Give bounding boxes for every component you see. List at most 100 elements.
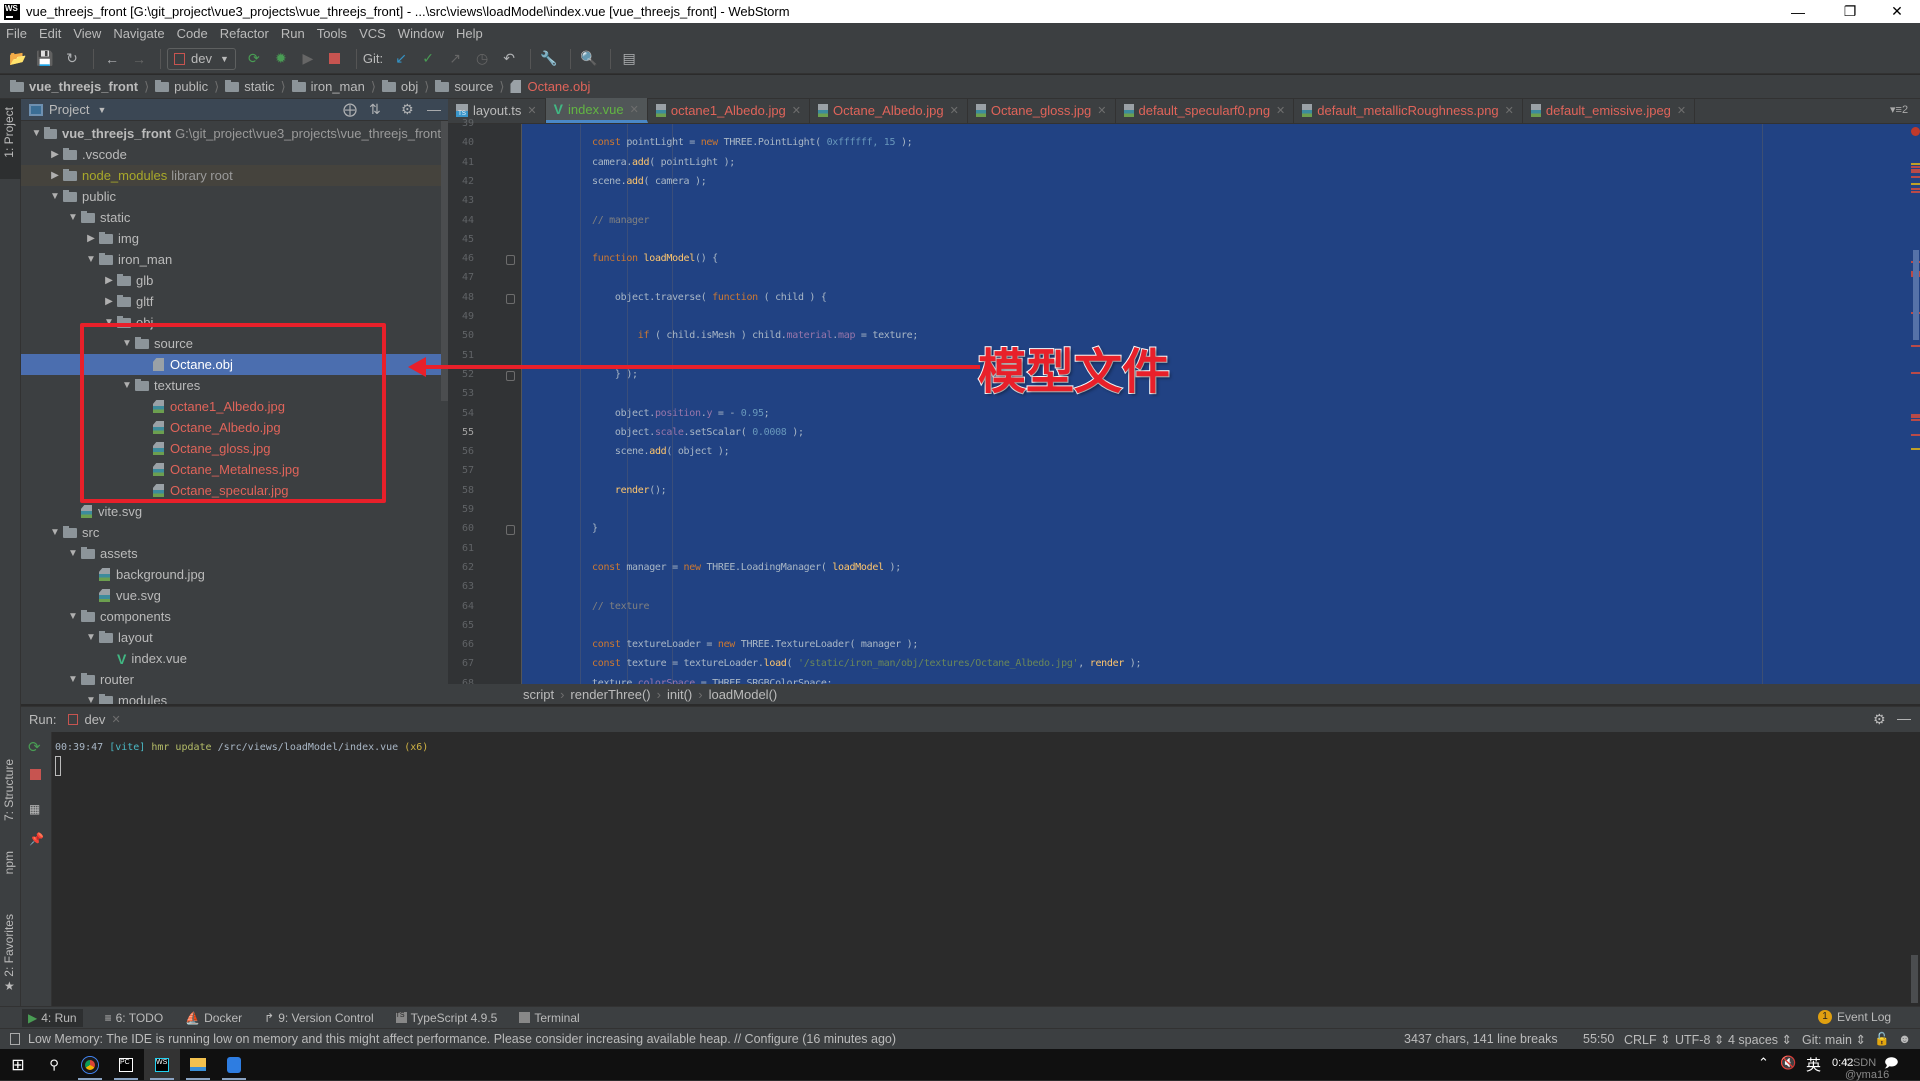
- nav-crumb-iron-man[interactable]: iron_man: [291, 79, 365, 94]
- close-tab-icon[interactable]: ✕: [950, 104, 959, 117]
- hide-panel-icon[interactable]: —: [427, 101, 441, 117]
- project-view-selector[interactable]: Project: [49, 102, 89, 117]
- tree-item[interactable]: ▶ glb: [21, 270, 441, 291]
- ime-indicator[interactable]: 英: [1806, 1054, 1821, 1075]
- error-stripe-mark[interactable]: [1911, 372, 1920, 374]
- close-window-button[interactable]: ✕: [1874, 0, 1920, 23]
- error-stripe-mark[interactable]: [1911, 345, 1920, 347]
- error-stripe-mark[interactable]: [1911, 163, 1920, 165]
- search-icon[interactable]: 🔍: [577, 47, 601, 71]
- tool-version-control[interactable]: ↱ 9: Version Control: [264, 1011, 373, 1025]
- expanded-arrow-icon[interactable]: ▼: [65, 611, 81, 622]
- tray-chevron-icon[interactable]: ⌃: [1758, 1055, 1769, 1071]
- git-push-icon[interactable]: ↗: [443, 47, 467, 71]
- collapsed-arrow-icon[interactable]: ▶: [47, 149, 63, 160]
- chrome-icon[interactable]: [72, 1049, 108, 1080]
- status-indent[interactable]: 4 spaces ⇕: [1728, 1032, 1792, 1047]
- fold-marker-icon[interactable]: [506, 370, 515, 381]
- tree-item[interactable]: ▼ router: [21, 669, 441, 690]
- tree-item[interactable]: ▼ iron_man: [21, 249, 441, 270]
- volume-muted-icon[interactable]: 🔇: [1780, 1055, 1796, 1071]
- lock-icon[interactable]: 🔓: [1874, 1032, 1890, 1047]
- git-rollback-icon[interactable]: ↶: [497, 47, 521, 71]
- git-update-icon[interactable]: ↙: [389, 47, 413, 71]
- menu-code[interactable]: Code: [177, 26, 208, 41]
- wrench-settings-icon[interactable]: 🔧: [537, 47, 561, 71]
- locate-file-icon[interactable]: ⨁: [343, 101, 357, 118]
- minimize-button[interactable]: —: [1775, 0, 1821, 23]
- crumb-load-model[interactable]: loadModel(): [709, 687, 778, 702]
- tree-item[interactable]: Vindex.vue: [21, 648, 441, 669]
- error-stripe-mark[interactable]: [1911, 166, 1920, 168]
- menu-tools[interactable]: Tools: [317, 26, 347, 41]
- error-stripe-mark[interactable]: [1911, 176, 1920, 178]
- gear-icon[interactable]: ⚙: [1873, 711, 1886, 728]
- layout-icon[interactable]: ▦: [29, 802, 40, 816]
- close-tab-icon[interactable]: ✕: [630, 103, 639, 116]
- tree-item[interactable]: ▶ node_modules library root: [21, 165, 441, 186]
- notification-icon[interactable]: 🗩: [1884, 1054, 1898, 1076]
- close-tab-icon[interactable]: ✕: [1505, 104, 1514, 117]
- menu-view[interactable]: View: [73, 26, 101, 41]
- expanded-arrow-icon[interactable]: ▼: [47, 191, 63, 202]
- editor-scrollbar-thumb[interactable]: [1913, 250, 1919, 340]
- project-scrollbar[interactable]: [441, 121, 448, 401]
- stripe-structure-button[interactable]: 7: Structure: [2, 759, 16, 821]
- fold-marker-icon[interactable]: [506, 255, 515, 266]
- windows-start-icon[interactable]: ⊞: [0, 1049, 36, 1080]
- editor-tab[interactable]: Vindex.vue ✕: [545, 98, 648, 123]
- tree-item[interactable]: ▼ src: [21, 522, 441, 543]
- menu-run[interactable]: Run: [281, 26, 305, 41]
- fold-marker-icon[interactable]: [506, 525, 515, 536]
- app-bird-icon[interactable]: [216, 1049, 252, 1080]
- tree-item[interactable]: ▼ modules: [21, 690, 441, 704]
- git-commit-icon[interactable]: ✓: [416, 47, 440, 71]
- stripe-favorites-button[interactable]: 2: Favorites: [2, 914, 16, 977]
- nav-crumb-file[interactable]: Octane.obj: [510, 79, 590, 94]
- error-stripe-mark[interactable]: [1911, 416, 1920, 418]
- close-tab-icon[interactable]: ✕: [527, 104, 536, 117]
- error-stripe[interactable]: [1911, 124, 1920, 684]
- error-indicator-icon[interactable]: [1911, 127, 1920, 136]
- close-tab-icon[interactable]: ✕: [1677, 104, 1686, 117]
- rerun-icon[interactable]: ⟳: [242, 47, 266, 71]
- crumb-init[interactable]: init(): [667, 687, 692, 702]
- expanded-arrow-icon[interactable]: ▼: [83, 695, 99, 704]
- status-caret-position[interactable]: 55:50: [1583, 1032, 1614, 1046]
- expanded-arrow-icon[interactable]: ▼: [83, 632, 99, 643]
- tool-terminal[interactable]: Terminal: [519, 1011, 580, 1025]
- status-line-separator[interactable]: CRLF ⇕: [1624, 1032, 1671, 1047]
- open-folder-icon[interactable]: 📂: [6, 47, 30, 71]
- collapsed-arrow-icon[interactable]: ▶: [47, 170, 63, 181]
- error-stripe-mark[interactable]: [1911, 448, 1920, 450]
- tree-item[interactable]: ▼ assets: [21, 543, 441, 564]
- run-console[interactable]: 00:39:47 [vite] hmr update /src/views/lo…: [52, 732, 1920, 1006]
- crumb-script[interactable]: script: [523, 687, 554, 702]
- status-message[interactable]: Low Memory: The IDE is running low on me…: [28, 1032, 896, 1046]
- expanded-arrow-icon[interactable]: ▼: [83, 254, 99, 265]
- tool-typescript[interactable]: TS TypeScript 4.9.5: [395, 1011, 497, 1025]
- stop-icon[interactable]: [30, 769, 41, 780]
- restore-button[interactable]: ❐: [1827, 0, 1873, 23]
- menu-edit[interactable]: Edit: [39, 26, 61, 41]
- pycharm-icon[interactable]: PC: [108, 1049, 144, 1080]
- tool-docker[interactable]: ⛵ Docker: [185, 1011, 242, 1025]
- nav-crumb-source[interactable]: source: [435, 79, 493, 94]
- run-tab-dev[interactable]: dev ✕: [68, 712, 121, 727]
- debug-bug-icon[interactable]: ✹: [269, 47, 293, 71]
- event-log-button[interactable]: 1 Event Log: [1818, 1010, 1891, 1024]
- menu-window[interactable]: Window: [398, 26, 444, 41]
- collapsed-arrow-icon[interactable]: ▶: [101, 296, 117, 307]
- editor-tab[interactable]: Octane_Albedo.jpg ✕: [810, 98, 968, 123]
- tabs-overflow-button[interactable]: ▾≡2: [1890, 103, 1908, 116]
- expanded-arrow-icon[interactable]: ▼: [47, 527, 63, 538]
- expanded-arrow-icon[interactable]: ▼: [29, 128, 44, 139]
- coverage-icon[interactable]: ▶: [296, 47, 320, 71]
- editor-tab[interactable]: Octane_gloss.jpg ✕: [968, 98, 1116, 123]
- search-icon[interactable]: ⚲: [36, 1049, 72, 1080]
- tree-item[interactable]: ▶ img: [21, 228, 441, 249]
- back-arrow-icon[interactable]: ←: [100, 47, 124, 71]
- editor-tab[interactable]: octane1_Albedo.jpg ✕: [648, 98, 811, 123]
- nav-crumb-public[interactable]: public: [155, 79, 208, 94]
- fold-marker-icon[interactable]: [506, 293, 515, 304]
